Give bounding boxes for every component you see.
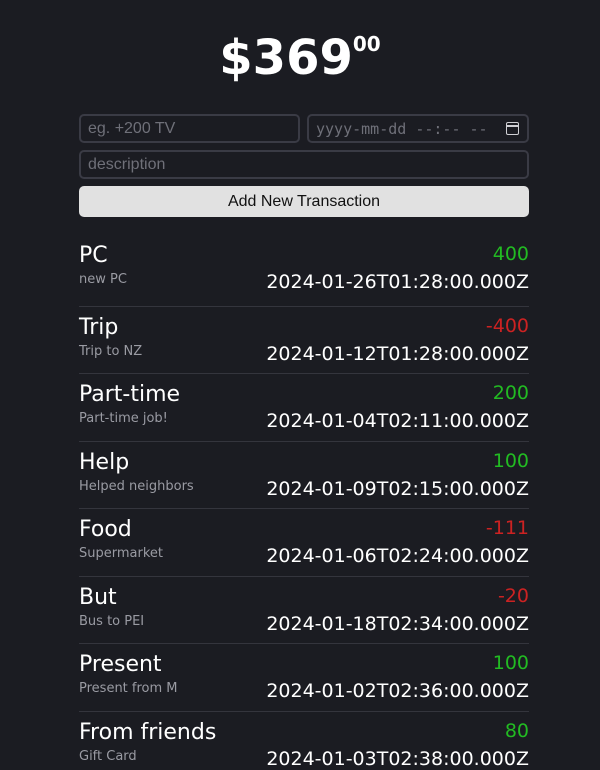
transaction-left: Help Helped neighbors [79,450,194,509]
transaction-amount: -20 [497,584,529,607]
transaction-left: Present Present from M [79,652,178,711]
datetime-placeholder: yyyy-mm-dd --:-- -- [316,119,488,138]
transaction-datetime: 2024-01-12T01:28:00.000Z [266,342,529,365]
transaction-right: 80 2024-01-03T02:38:00.000Z [266,720,529,770]
transaction-amount: 100 [492,449,529,472]
transaction-left: Trip Trip to NZ [79,315,142,374]
transaction-right: 100 2024-01-02T02:36:00.000Z [266,652,529,711]
transaction-row: Part-time Part-time job! 200 2024-01-04T… [79,374,529,442]
transaction-description: Part-time job! [79,411,168,426]
transaction-amount: -400 [485,314,529,337]
datetime-input[interactable]: yyyy-mm-dd --:-- -- [307,114,529,143]
transaction-name: Help [79,449,130,475]
transaction-description: Helped neighbors [79,478,194,494]
new-transaction-form: yyyy-mm-dd --:-- -- Add New Transaction [79,114,529,217]
transaction-datetime: 2024-01-06T02:24:00.000Z [266,545,529,567]
form-row-top: yyyy-mm-dd --:-- -- [79,114,529,143]
transaction-right: 200 2024-01-04T02:11:00.000Z [266,382,529,441]
transaction-name: From friends [79,719,217,745]
transaction-row: Present Present from M 100 2024-01-02T02… [79,644,529,712]
transaction-description: Gift Card [79,748,137,764]
transaction-datetime: 2024-01-26T01:28:00.000Z [266,271,529,293]
transaction-description: Supermarket [79,546,163,561]
add-transaction-button[interactable]: Add New Transaction [79,186,529,217]
transaction-right: -400 2024-01-12T01:28:00.000Z [266,315,529,374]
transaction-row: From friends Gift Card 80 2024-01-03T02:… [79,712,529,770]
transaction-name: Trip [79,314,119,340]
transaction-description: Trip to NZ [79,343,143,359]
transaction-row: But Bus to PEI -20 2024-01-18T02:34:00.0… [79,577,529,644]
balance-display: $36900 [0,0,600,86]
transaction-datetime: 2024-01-02T02:36:00.000Z [266,680,529,702]
transaction-left: Part-time Part-time job! [79,382,180,441]
calendar-icon[interactable] [506,122,519,135]
balance-amount: $369 [219,30,353,86]
transaction-row: Trip Trip to NZ -400 2024-01-12T01:28:00… [79,307,529,374]
transaction-left: PC new PC [79,243,127,306]
transaction-right: -20 2024-01-18T02:34:00.000Z [266,585,529,644]
transaction-name: Present [79,652,162,677]
app-container: $36900 yyyy-mm-dd --:-- -- Add New Trans… [79,0,529,770]
price-name-input[interactable] [79,114,300,143]
transaction-name: PC [79,243,108,268]
transaction-amount: -111 [485,517,529,539]
transaction-description: Present from M [79,681,178,696]
transaction-row: Food Supermarket -111 2024-01-06T02:24:0… [79,509,529,577]
transaction-name: Food [79,517,132,542]
transaction-amount: 100 [492,652,529,674]
transaction-datetime: 2024-01-18T02:34:00.000Z [266,612,529,635]
transaction-right: 400 2024-01-26T01:28:00.000Z [266,243,529,306]
transaction-row: PC new PC 400 2024-01-26T01:28:00.000Z [79,239,529,307]
transaction-right: 100 2024-01-09T02:15:00.000Z [266,450,529,509]
transaction-description: Bus to PEI [79,613,145,629]
transaction-datetime: 2024-01-09T02:15:00.000Z [266,477,529,500]
transaction-row: Help Helped neighbors 100 2024-01-09T02:… [79,442,529,509]
transaction-amount: 80 [504,719,529,742]
transaction-right: -111 2024-01-06T02:24:00.000Z [266,517,529,576]
description-input[interactable] [79,150,529,179]
transaction-left: But Bus to PEI [79,585,144,644]
transaction-description: new PC [79,272,127,287]
transaction-amount: 200 [492,382,529,404]
transaction-amount: 400 [492,243,529,265]
transaction-datetime: 2024-01-03T02:38:00.000Z [266,747,529,770]
transaction-datetime: 2024-01-04T02:11:00.000Z [266,410,529,432]
balance-cents: 00 [352,32,381,56]
transaction-left: Food Supermarket [79,517,163,576]
transaction-name: Part-time [79,382,181,407]
transaction-left: From friends Gift Card [79,720,216,770]
transaction-name: But [79,584,117,610]
transactions-list: PC new PC 400 2024-01-26T01:28:00.000Z T… [79,239,529,770]
